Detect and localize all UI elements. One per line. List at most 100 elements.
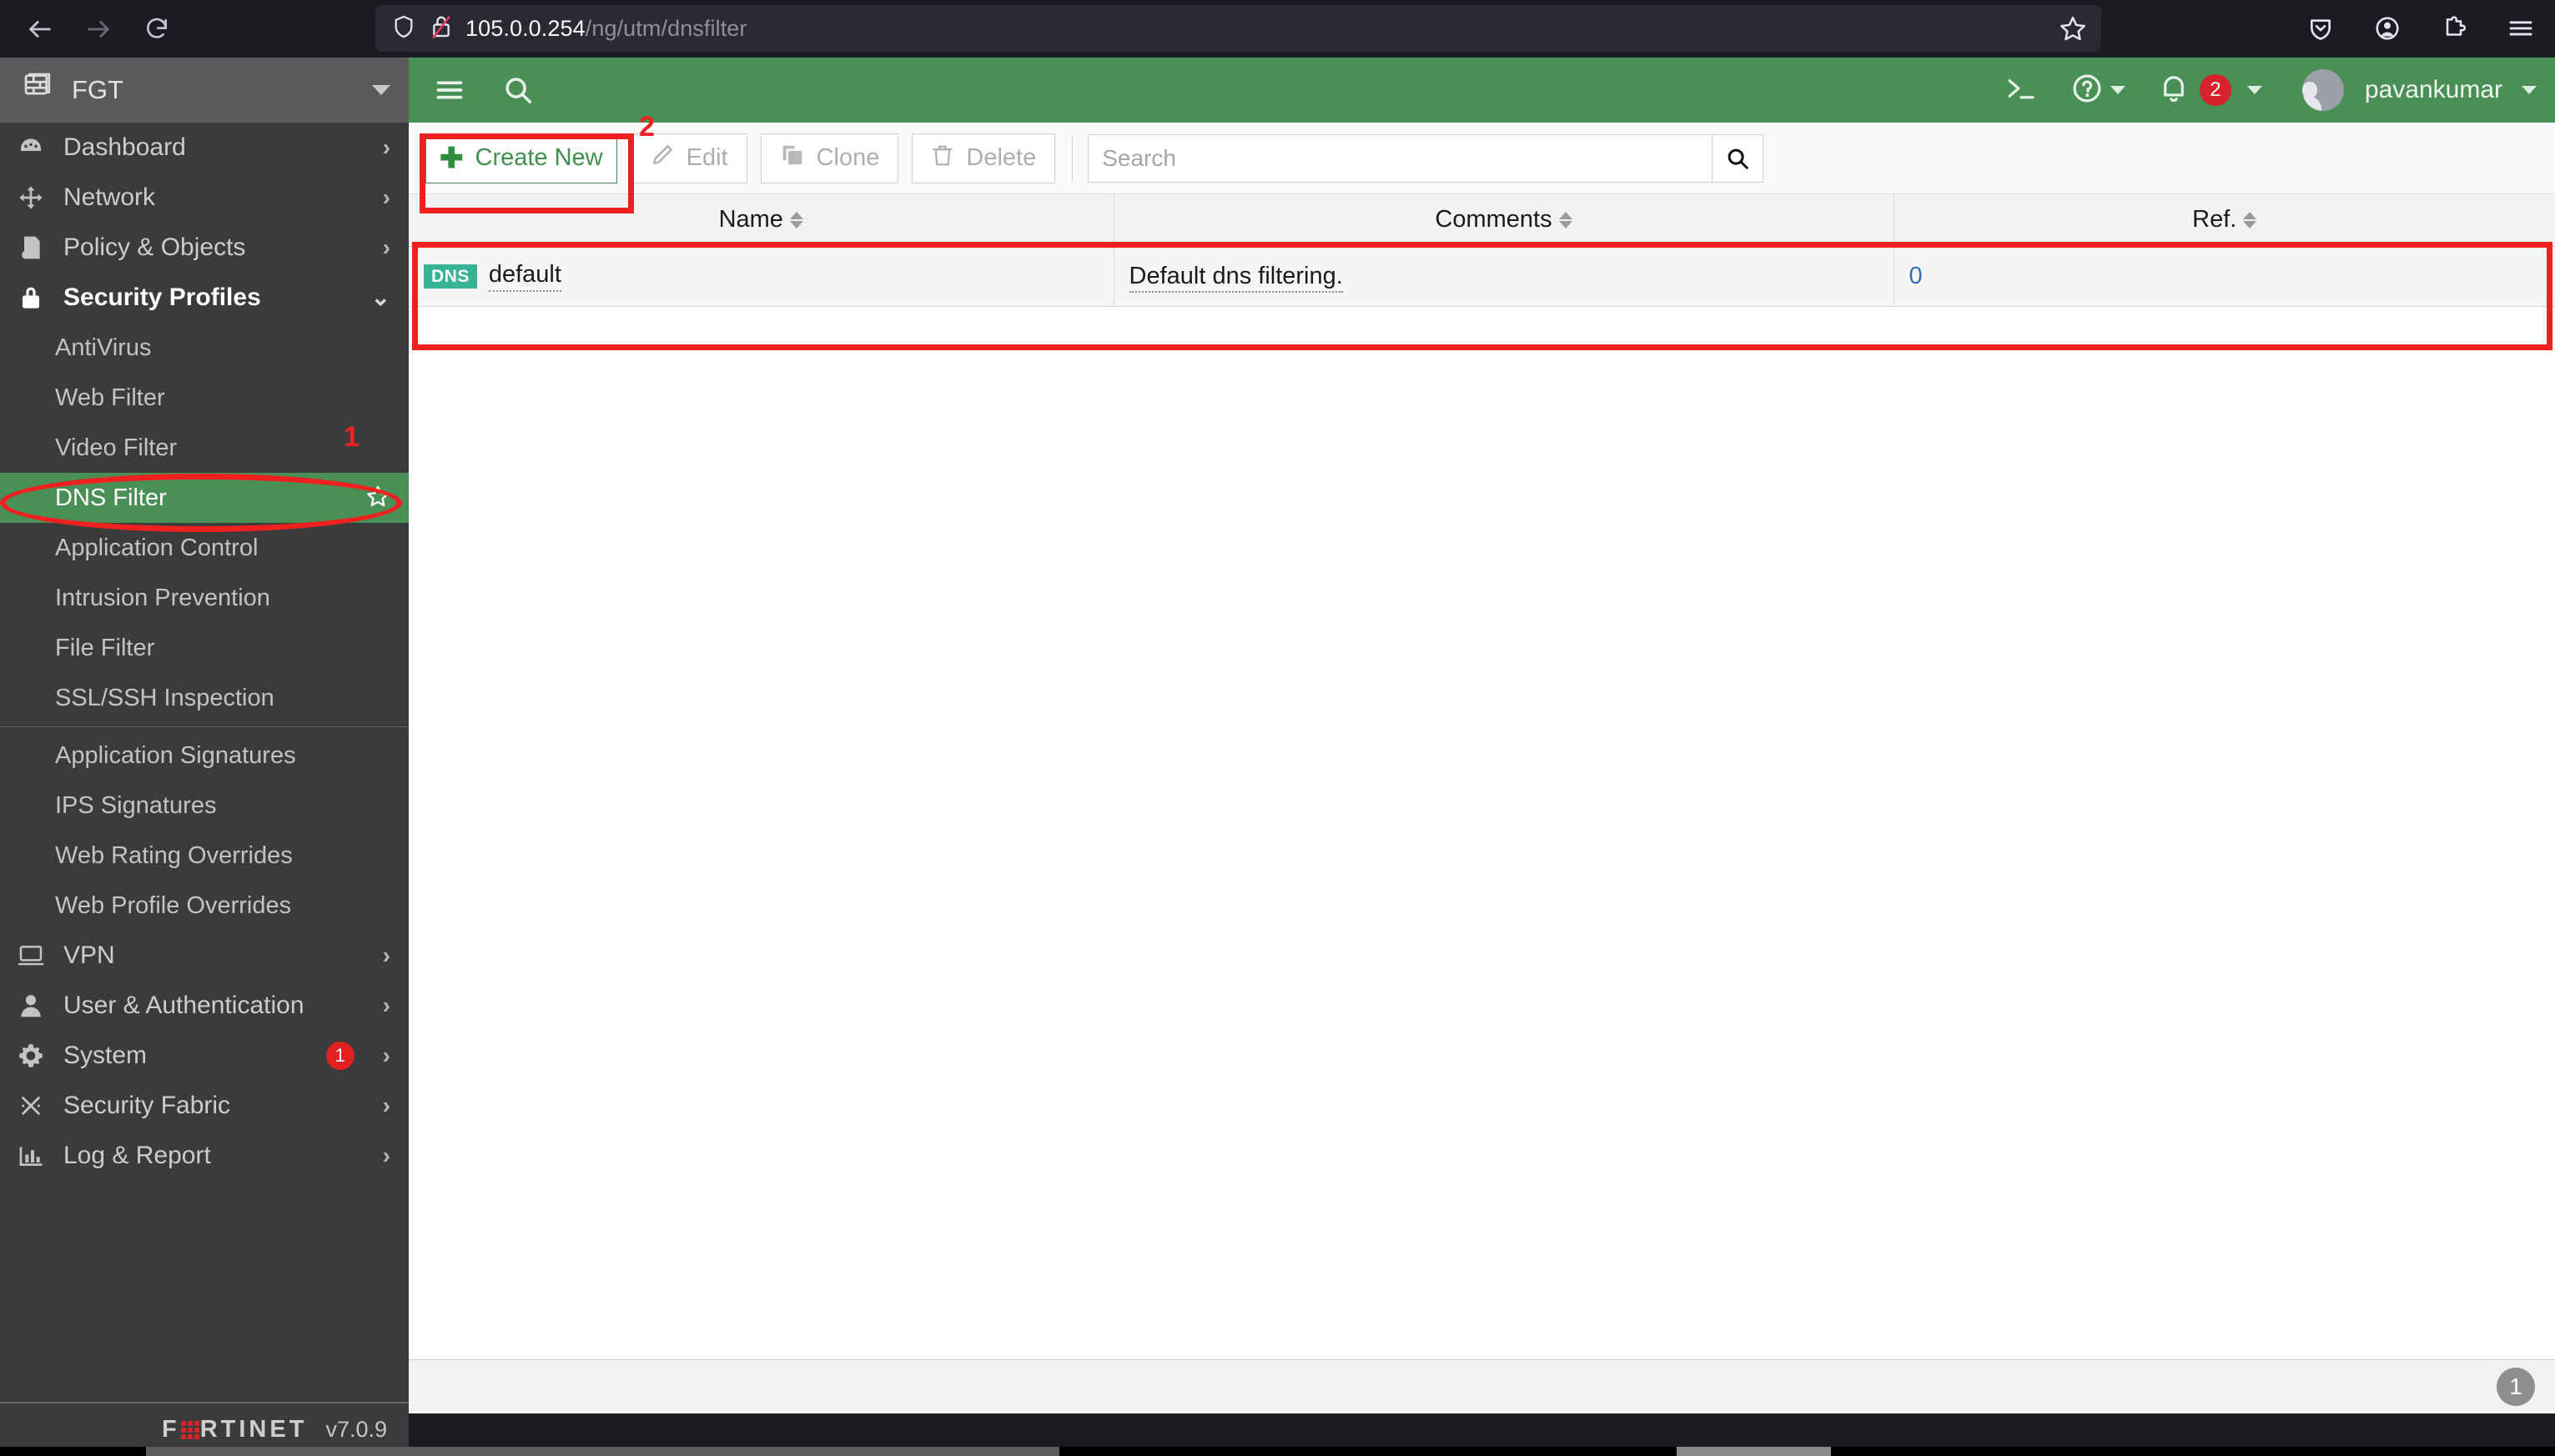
window-scrollbar[interactable] [0,1447,2555,1456]
sort-arrows-icon[interactable] [2243,211,2257,228]
extensions-puzzle-icon[interactable] [2435,9,2473,48]
search-input[interactable] [1088,133,1713,183]
notification-bell-icon [2159,73,2189,108]
sidebar-item-label: System [63,1042,148,1069]
table-row[interactable]: DNS default Default dns filtering. 0 [409,246,2555,307]
sidebar-item-label: Web Filter [55,384,165,411]
dns-profile-badge: DNS [424,264,477,289]
clone-button[interactable]: Clone [760,133,899,183]
sidebar-item-system[interactable]: System 1 › [0,1031,409,1081]
plus-icon: ✚ [440,142,464,174]
url-bar[interactable]: 105.0.0.254/ng/utm/dnsfilter [375,5,2101,52]
sidebar-item-dns-filter[interactable]: DNS Filter [0,473,409,523]
sidebar: FGT Dashboard › Network › Policy & Objec… [0,58,409,1402]
sidebar-item-file-filter[interactable]: File Filter [0,623,409,673]
sidebar-item-security-fabric[interactable]: Security Fabric › [0,1081,409,1131]
profile-name-label: default [488,261,561,292]
firefox-account-icon[interactable] [2368,9,2407,48]
sidebar-item-log-report[interactable]: Log & Report › [0,1131,409,1181]
vpn-monitor-icon [15,943,47,968]
user-avatar-icon [2301,69,2344,111]
dns-filter-profile-table: Name Comments Ref. DNS default Default d… [409,194,2555,349]
sidebar-item-web-filter[interactable]: Web Filter [0,373,409,423]
reload-icon[interactable] [130,5,184,53]
sidebar-item-label: Application Signatures [55,741,296,769]
gear-icon [15,1042,47,1069]
notification-button[interactable]: 2 [2159,73,2262,108]
sidebar-item-web-profile-overrides[interactable]: Web Profile Overrides [0,881,409,931]
column-header-comments[interactable]: Comments [1114,194,1894,247]
sidebar-item-label: Network [63,183,156,211]
help-button[interactable] [2071,73,2125,108]
sort-arrows-icon[interactable] [1558,211,1572,228]
policy-document-icon [15,234,47,261]
sidebar-item-label: Web Rating Overrides [55,841,293,869]
cli-console-button[interactable] [2004,74,2038,107]
sidebar-item-policy-objects[interactable]: Policy & Objects › [0,223,409,273]
main-content: ✚ Create New Edit Clone Delete Search Na… [409,123,2555,1413]
sort-arrows-icon[interactable] [789,211,803,228]
edit-label: Edit [686,144,728,171]
sidebar-item-application-control[interactable]: Application Control [0,523,409,573]
footer-count-badge: 1 [2497,1368,2535,1406]
sidebar-item-vpn[interactable]: VPN › [0,931,409,981]
sidebar-item-video-filter[interactable]: Video Filter [0,423,409,473]
sidebar-item-intrusion-prevention[interactable]: Intrusion Prevention [0,573,409,623]
search-icon[interactable] [502,74,534,106]
scrollbar-thumb-secondary[interactable] [1677,1447,1831,1456]
sidebar-item-dashboard[interactable]: Dashboard › [0,123,409,173]
search-submit-button[interactable] [1712,133,1764,183]
sidebar-item-label: Video Filter [55,434,178,461]
user-menu[interactable]: pavankumar [2301,69,2537,111]
scrollbar-thumb[interactable] [146,1447,1059,1456]
sidebar-item-label: Intrusion Prevention [55,584,270,611]
cell-ref: 0 [1894,246,2555,307]
url-host: 105.0.0.254 [465,15,586,41]
sidebar-item-ssl-ssh-inspection[interactable]: SSL/SSH Inspection [0,673,409,723]
chevron-right-icon: › [382,134,390,160]
sidebar-item-label: Log & Report [63,1142,211,1169]
ref-count-link[interactable]: 0 [1909,263,1923,289]
create-new-button[interactable]: ✚ Create New [425,133,617,183]
edit-button[interactable]: Edit [630,133,747,183]
sidebar-item-network[interactable]: Network › [0,173,409,223]
network-move-icon [15,184,47,211]
column-header-name[interactable]: Name [409,194,1114,247]
pocket-save-icon[interactable] [2301,9,2340,48]
bookmark-star-icon[interactable] [2048,5,2098,52]
hamburger-menu-icon[interactable] [2502,9,2540,48]
column-header-ref[interactable]: Ref. [1894,194,2555,247]
tracking-protection-shield-icon[interactable] [390,13,417,44]
system-alert-badge: 1 [325,1042,355,1070]
trash-delete-icon [931,143,954,174]
sidebar-item-application-signatures[interactable]: Application Signatures [0,731,409,781]
pencil-edit-icon [650,143,675,174]
sidebar-item-security-profiles[interactable]: Security Profiles ⌄ [0,273,409,323]
username-label: pavankumar [2364,76,2502,103]
forward-arrow-icon[interactable] [72,5,125,53]
device-selector[interactable]: FGT [0,58,409,123]
profile-comments-label: Default dns filtering. [1129,262,1343,293]
clone-copy-icon [780,143,805,174]
chevron-down-icon [2522,86,2537,94]
browser-toolbar: 105.0.0.254/ng/utm/dnsfilter [0,0,2555,58]
chevron-down-icon [2246,86,2262,94]
sidebar-item-label: User & Authentication [63,992,304,1019]
favorite-star-icon[interactable] [365,484,390,513]
firewall-device-icon [23,72,57,109]
column-label: Ref. [2192,206,2237,233]
clone-label: Clone [816,144,880,171]
sidebar-item-ips-signatures[interactable]: IPS Signatures [0,781,409,831]
sidebar-item-label: Application Control [55,534,259,561]
delete-button[interactable]: Delete [912,133,1056,183]
sidebar-item-user-authentication[interactable]: User & Authentication › [0,981,409,1031]
firmware-version-label: v7.0.9 [325,1417,387,1442]
sidebar-item-web-rating-overrides[interactable]: Web Rating Overrides [0,831,409,881]
chevron-right-icon: › [382,942,390,968]
back-arrow-icon[interactable] [13,5,67,53]
insecure-connection-lock-icon[interactable] [429,13,454,44]
hamburger-menu-icon[interactable] [434,74,465,106]
sidebar-item-antivirus[interactable]: AntiVirus [0,323,409,373]
sidebar-item-label: Dashboard [63,133,186,161]
sidebar-item-label: IPS Signatures [55,791,217,819]
